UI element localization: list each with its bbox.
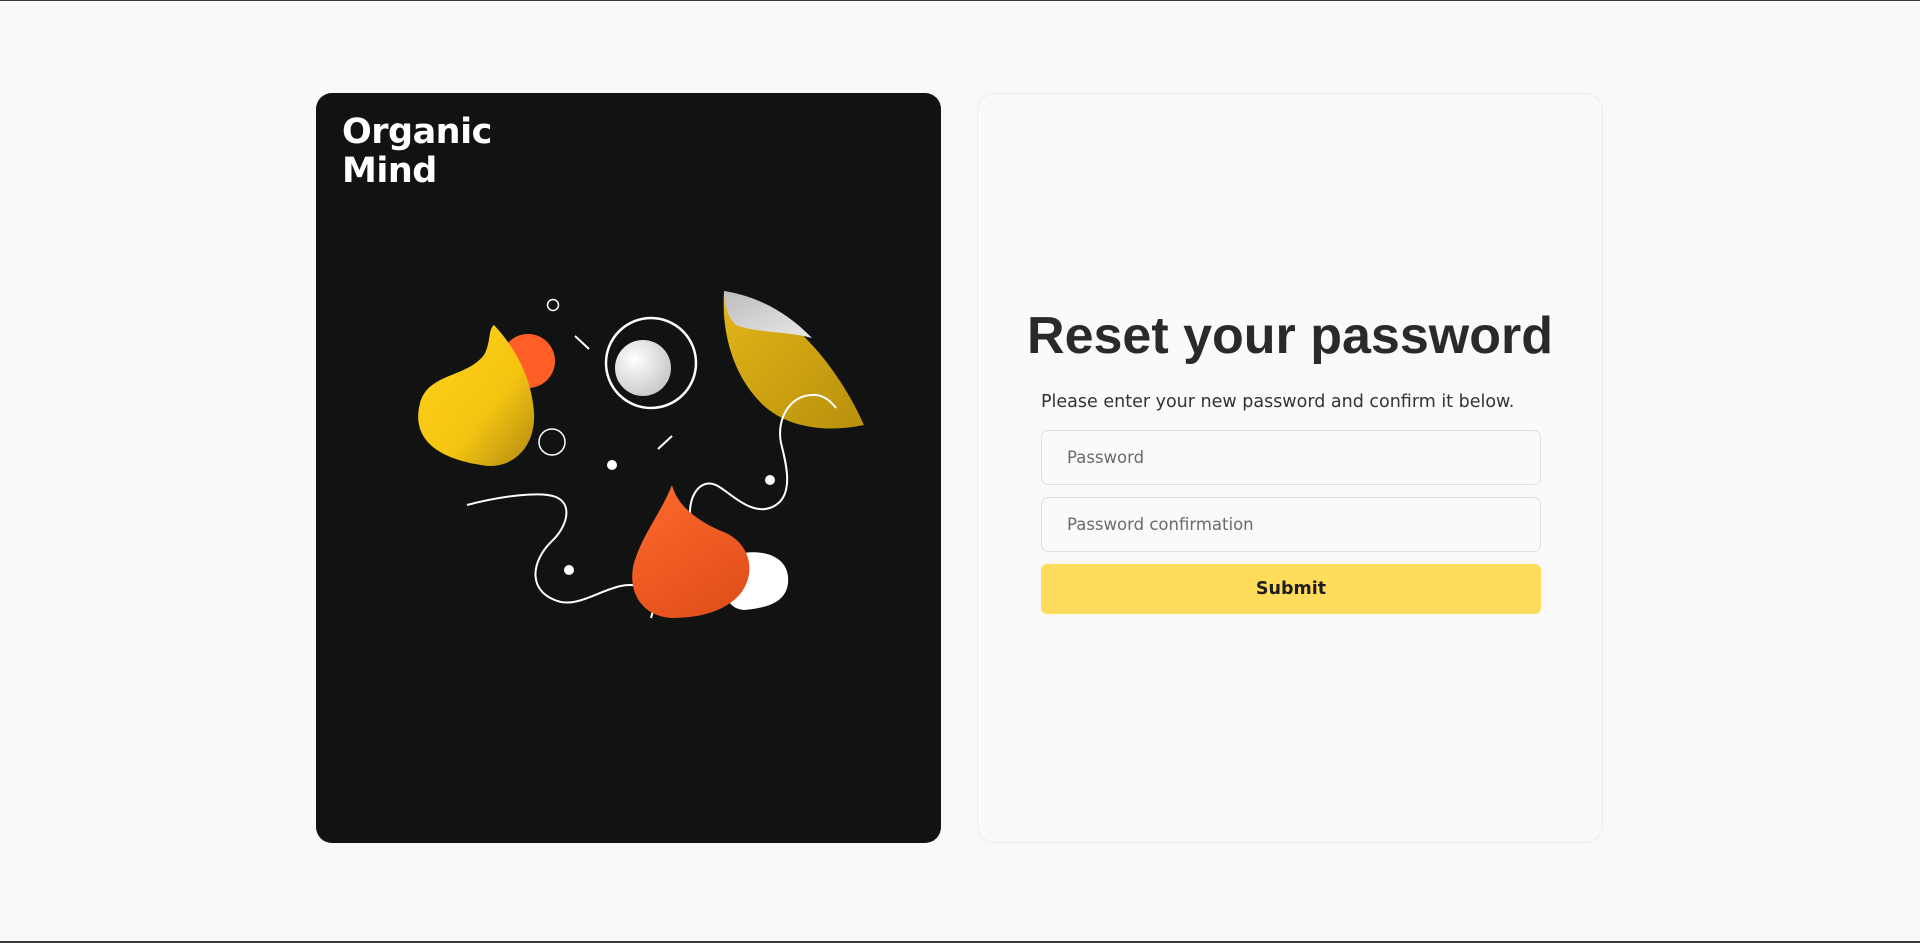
dash-shape (574, 335, 590, 350)
wavy-line-shape (466, 493, 654, 619)
page-title: Reset your password (1027, 307, 1553, 365)
password-input[interactable] (1041, 430, 1541, 485)
white-sphere-shape (615, 340, 671, 396)
submit-button[interactable]: Submit (1041, 564, 1541, 614)
dot-shape (765, 475, 775, 485)
brand-line-2: Mind (342, 151, 437, 191)
brand-line-1: Organic (342, 112, 492, 152)
ring-shape (538, 428, 566, 456)
top-border (0, 0, 1920, 1)
small-ring-shape (546, 298, 560, 312)
dot-shape (564, 565, 574, 575)
brand-logo: Organic Mind (342, 113, 542, 191)
instructions-text: Please enter your new password and confi… (1041, 392, 1515, 412)
abstract-shapes-illustration (418, 291, 864, 619)
illustration-panel: Organic Mind (316, 93, 941, 843)
dot-shape (607, 460, 617, 470)
password-confirmation-input[interactable] (1041, 497, 1541, 552)
reset-password-card: Reset your password Please enter your ne… (977, 93, 1603, 843)
dash-shape (657, 435, 673, 450)
